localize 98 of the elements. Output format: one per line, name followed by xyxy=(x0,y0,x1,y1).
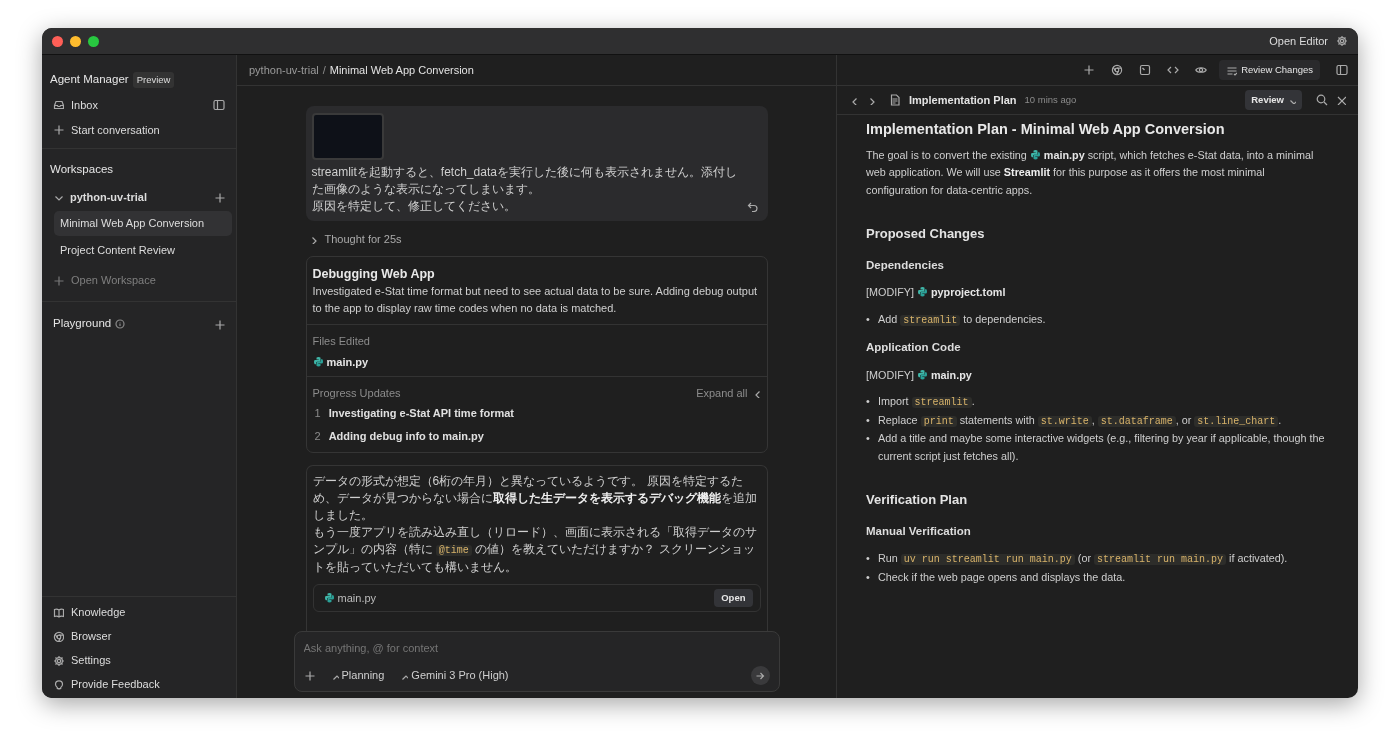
screenshot-thumbnail[interactable] xyxy=(311,113,384,160)
open-workspace-link[interactable]: Open Workspace xyxy=(71,271,156,289)
sidebar-item[interactable]: Start conversation xyxy=(42,117,236,143)
bullet-marker: • xyxy=(866,551,871,566)
python-file-icon xyxy=(323,591,335,603)
paragraph-text: [MODIFY] main.py xyxy=(866,367,973,383)
open-button[interactable]: Open xyxy=(714,588,753,607)
undo-icon[interactable] xyxy=(746,201,758,212)
send-button[interactable] xyxy=(750,666,770,685)
paragraph-text: The goal is to convert the existing main.py script, which fetches e-Stat data, into a minimal web application. We will use Streamlit for this purpose as it offers the most minimal configuration for data-centric apps. xyxy=(866,147,1315,198)
plus-icon[interactable] xyxy=(1083,64,1096,76)
step-text: Adding debug info to main.py xyxy=(328,429,484,444)
list-item-text: Run uv run streamlit run main.py (or streamlit run main.py if activated). xyxy=(878,551,1288,567)
sidebar-item[interactable]: Provide Feedback xyxy=(71,675,160,693)
bullet-marker: • xyxy=(866,431,871,446)
expand-all-button[interactable]: Expand all xyxy=(696,385,748,402)
open-editor-button[interactable]: Open Editor xyxy=(1269,32,1328,50)
list-icon xyxy=(1226,64,1238,76)
message-input[interactable]: Ask anything, @ for context Planning Gemini 3 Pro (High) xyxy=(293,630,780,692)
document-heading: Implementation Plan - Minimal Web App Conversion xyxy=(866,121,1226,139)
code-icon[interactable] xyxy=(1167,64,1180,76)
task-title: Debugging Web App xyxy=(312,265,436,283)
plus-icon xyxy=(53,124,64,136)
terminal-icon[interactable] xyxy=(1139,64,1152,76)
message-text: streamlitを起動すると、fetch_dataを実行した後に何も表示されません。添付した画像のような表示になってしまいます。 xyxy=(311,164,738,198)
info-icon[interactable] xyxy=(115,319,126,329)
document-tab-title: Implementation Plan xyxy=(909,92,1017,108)
file-link[interactable]: main.py xyxy=(323,589,715,607)
document-icon xyxy=(889,94,901,106)
sidebar-toggle-icon[interactable] xyxy=(1336,64,1348,76)
subsection-heading: Application Code xyxy=(866,340,962,355)
bullet-marker: • xyxy=(866,412,871,428)
task-summary: Investigated e-Stat time format but need to see actual data to be sure. Adding debug output to the app to display raw time codes when no data is matched. xyxy=(312,284,759,317)
lightbulb-icon xyxy=(53,678,64,690)
window-control-button[interactable] xyxy=(70,35,81,47)
bullet-marker: • xyxy=(866,311,871,327)
section-heading: Verification Plan xyxy=(866,491,969,509)
step-text: Investigating e-Stat API time format xyxy=(328,406,515,421)
paragraph-text: [MODIFY] pyproject.toml xyxy=(866,285,1007,300)
breadcrumb-item: Minimal Web App Conversion xyxy=(329,62,474,78)
subsection-heading: Dependencies xyxy=(866,257,945,273)
plus-icon[interactable] xyxy=(303,670,315,681)
list-item-text: Replace print statements with st.write , st.dataframe , or st.line_chart . xyxy=(878,412,1282,429)
timestamp: 10 mins ago xyxy=(1024,92,1077,107)
review-button[interactable]: Review xyxy=(1245,89,1302,111)
conversation-item[interactable]: Minimal Web App Conversion xyxy=(54,210,232,236)
breadcrumb-item[interactable]: python-uv-trial xyxy=(249,61,319,79)
search-icon[interactable] xyxy=(1316,94,1328,106)
message-text: 原因を特定して、修正してください。 xyxy=(311,198,517,215)
inbox-icon xyxy=(53,99,64,111)
python-file-icon xyxy=(312,355,324,367)
sidebar-item[interactable]: Knowledge xyxy=(71,603,126,621)
python-file-icon xyxy=(917,368,928,380)
list-item-text: Add a title and maybe some interactive widgets (e.g., filtering by year if applicable, though the current script just fetches all). xyxy=(878,431,1326,464)
bullet-marker: • xyxy=(866,569,871,585)
model-dropdown[interactable]: Gemini 3 Pro (High) xyxy=(411,667,509,684)
settings-icon[interactable] xyxy=(1336,35,1348,47)
python-file-icon xyxy=(917,286,928,297)
bullet-marker: • xyxy=(866,394,871,409)
section-heading: Workspaces xyxy=(49,162,115,178)
sidebar-item[interactable]: Settings xyxy=(71,651,111,669)
section-label: Files Edited xyxy=(312,334,371,350)
subsection-heading: Manual Verification xyxy=(866,523,972,539)
settings-icon xyxy=(53,654,64,666)
section-heading: Proposed Changes xyxy=(866,225,986,243)
list-item-text: Import streamlit . xyxy=(878,394,975,410)
plus-icon[interactable] xyxy=(214,191,225,203)
window-control-button[interactable] xyxy=(52,35,63,47)
breadcrumb-separator: / xyxy=(322,62,326,78)
review-changes-button[interactable]: Review Changes xyxy=(1219,59,1320,81)
file-link[interactable]: main.py xyxy=(312,353,761,371)
conversation-item[interactable]: Project Content Review xyxy=(54,237,232,263)
section-label: Progress Updates xyxy=(312,386,402,402)
sidebar-item[interactable]: Browser xyxy=(71,627,112,645)
book-icon xyxy=(53,606,64,618)
mode-dropdown[interactable]: Planning xyxy=(341,667,385,684)
eye-icon[interactable] xyxy=(1195,64,1208,76)
step-number: 2 xyxy=(313,429,321,444)
window-control-button[interactable] xyxy=(88,35,99,47)
sidebar-toggle-icon[interactable] xyxy=(213,98,225,111)
sidebar-item[interactable]: Inbox xyxy=(71,96,206,113)
step-number: 1 xyxy=(313,406,321,421)
section-heading: Playground xyxy=(53,316,112,332)
list-item-text: Check if the web page opens and displays the data. xyxy=(878,569,1126,585)
close-icon[interactable] xyxy=(1336,95,1346,105)
globe-icon[interactable] xyxy=(1111,64,1124,76)
python-file-icon xyxy=(1029,148,1041,160)
plus-icon[interactable] xyxy=(53,274,64,286)
globe-icon xyxy=(53,630,64,642)
plus-icon[interactable] xyxy=(214,318,225,330)
workspace-name[interactable]: python-uv-trial xyxy=(70,188,207,206)
reply-text: もう一度アプリを読み込み直し（リロード）、画面に表示される「取得データのサンプル」の内容（特に @time の値）を教えていただけますか？ スクリーンショットを貼っていただいても構いません。 xyxy=(312,523,758,576)
thought-toggle[interactable]: Thought for 25s xyxy=(324,231,402,248)
reply-text: データの形式が想定（6桁の年月）と異なっているようです。 原因を特定するため、データが見つからない場合に取得した生データを表示するデバッグ機能を追加しました。 xyxy=(312,472,758,524)
arrow-icon xyxy=(755,670,765,681)
list-item-text: Add streamlit to dependencies. xyxy=(878,311,1046,328)
preview-badge: Preview xyxy=(132,71,175,88)
sidebar-title: Agent Manager xyxy=(50,72,129,87)
